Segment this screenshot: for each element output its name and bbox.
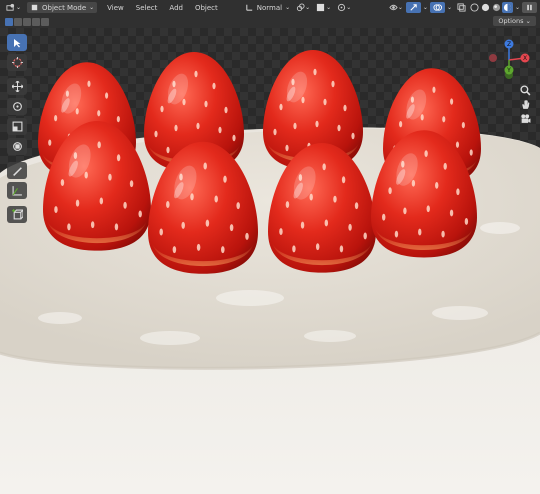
gizmo-z-label: Z [507,41,511,48]
select-box-tool[interactable] [7,34,27,51]
camera-icon [520,113,530,123]
snap-icon [317,3,325,12]
mode-label: Object Mode [42,3,87,12]
cursor-tool[interactable] [7,54,27,71]
zoom-icon [519,84,530,95]
options-label: Options [498,17,524,25]
shading-material-button[interactable] [491,2,502,13]
gizmo-x-label: X [523,55,527,62]
transform-orientation-label: Normal [256,3,283,12]
cursor-icon [11,57,23,68]
3d-viewport[interactable] [0,28,540,494]
navigation-gizmo[interactable]: Z X Y [486,37,532,83]
visibility-icon [389,4,398,11]
select-intersect-icon[interactable] [41,17,49,26]
tool-settings-bar [0,15,540,28]
shading-solid-button[interactable] [480,2,491,13]
measure-tool[interactable] [7,182,27,199]
shading-wireframe-button[interactable] [469,2,480,13]
pause-render-button[interactable] [522,2,537,13]
transform-orientation-dropdown[interactable]: Normal ⌄ [242,2,293,13]
scale-icon [12,121,22,132]
move-tool[interactable] [7,78,27,95]
menu-view[interactable]: View [101,4,130,12]
shading-rendered-icon [503,3,512,12]
menu-select[interactable]: Select [130,4,164,12]
shading-wireframe-icon [470,3,479,12]
select-invert-icon[interactable] [32,17,40,26]
transform-tool[interactable] [7,138,27,155]
proportional-edit-toggle[interactable]: ⌄ [334,2,354,13]
shading-rendered-button[interactable] [501,2,513,13]
select-subtract-icon[interactable] [23,17,31,26]
select-box-icon [14,38,21,47]
viewport-header: ⌄ Object Mode ⌄ View Select Add Object N… [0,0,540,16]
transform-orientation-icon [246,4,252,11]
menu-object[interactable]: Object [189,4,224,12]
proportional-edit-icon [338,3,346,12]
scale-tool[interactable] [7,118,27,135]
camera-view-button[interactable] [516,110,534,126]
add-cube-tool[interactable] [7,206,27,223]
object-mode-icon [31,4,38,11]
options-dropdown[interactable]: Options ⌄ [493,16,536,26]
gizmo-toggle[interactable] [405,2,421,13]
transform-icon [12,142,22,151]
editor-type-icon [6,3,15,11]
overlay-toggle[interactable] [429,2,445,13]
annotate-icon [12,167,22,176]
pivot-dropdown[interactable]: ⌄ [293,2,313,13]
overlay-icon [433,4,442,11]
tool-shelf [5,34,29,226]
editor-type-button[interactable]: ⌄ [3,2,24,13]
move-icon [11,81,23,92]
rendered-scene [0,28,540,494]
visibility-dropdown[interactable]: ⌄ [386,2,406,13]
mode-dropdown[interactable]: Object Mode ⌄ [27,2,98,13]
xray-icon [457,3,466,12]
selection-mode-group [5,17,49,26]
gizmo-icon [410,4,417,11]
pivot-icon [297,3,305,12]
add-cube-icon [11,209,23,220]
rotate-icon [12,102,22,111]
select-new-icon[interactable] [5,17,13,26]
pause-icon [527,4,532,11]
select-extend-icon[interactable] [14,17,22,26]
pan-hand-icon [521,99,529,109]
snap-toggle[interactable]: ⌄ [313,2,334,13]
shading-solid-icon [481,3,490,12]
annotate-tool[interactable] [7,162,27,179]
gizmo-y-label: Y [506,67,511,74]
shading-material-icon [492,3,501,12]
menu-add[interactable]: Add [163,4,189,12]
xray-toggle[interactable] [454,2,469,13]
rotate-tool[interactable] [7,98,27,115]
measure-icon [12,186,22,196]
